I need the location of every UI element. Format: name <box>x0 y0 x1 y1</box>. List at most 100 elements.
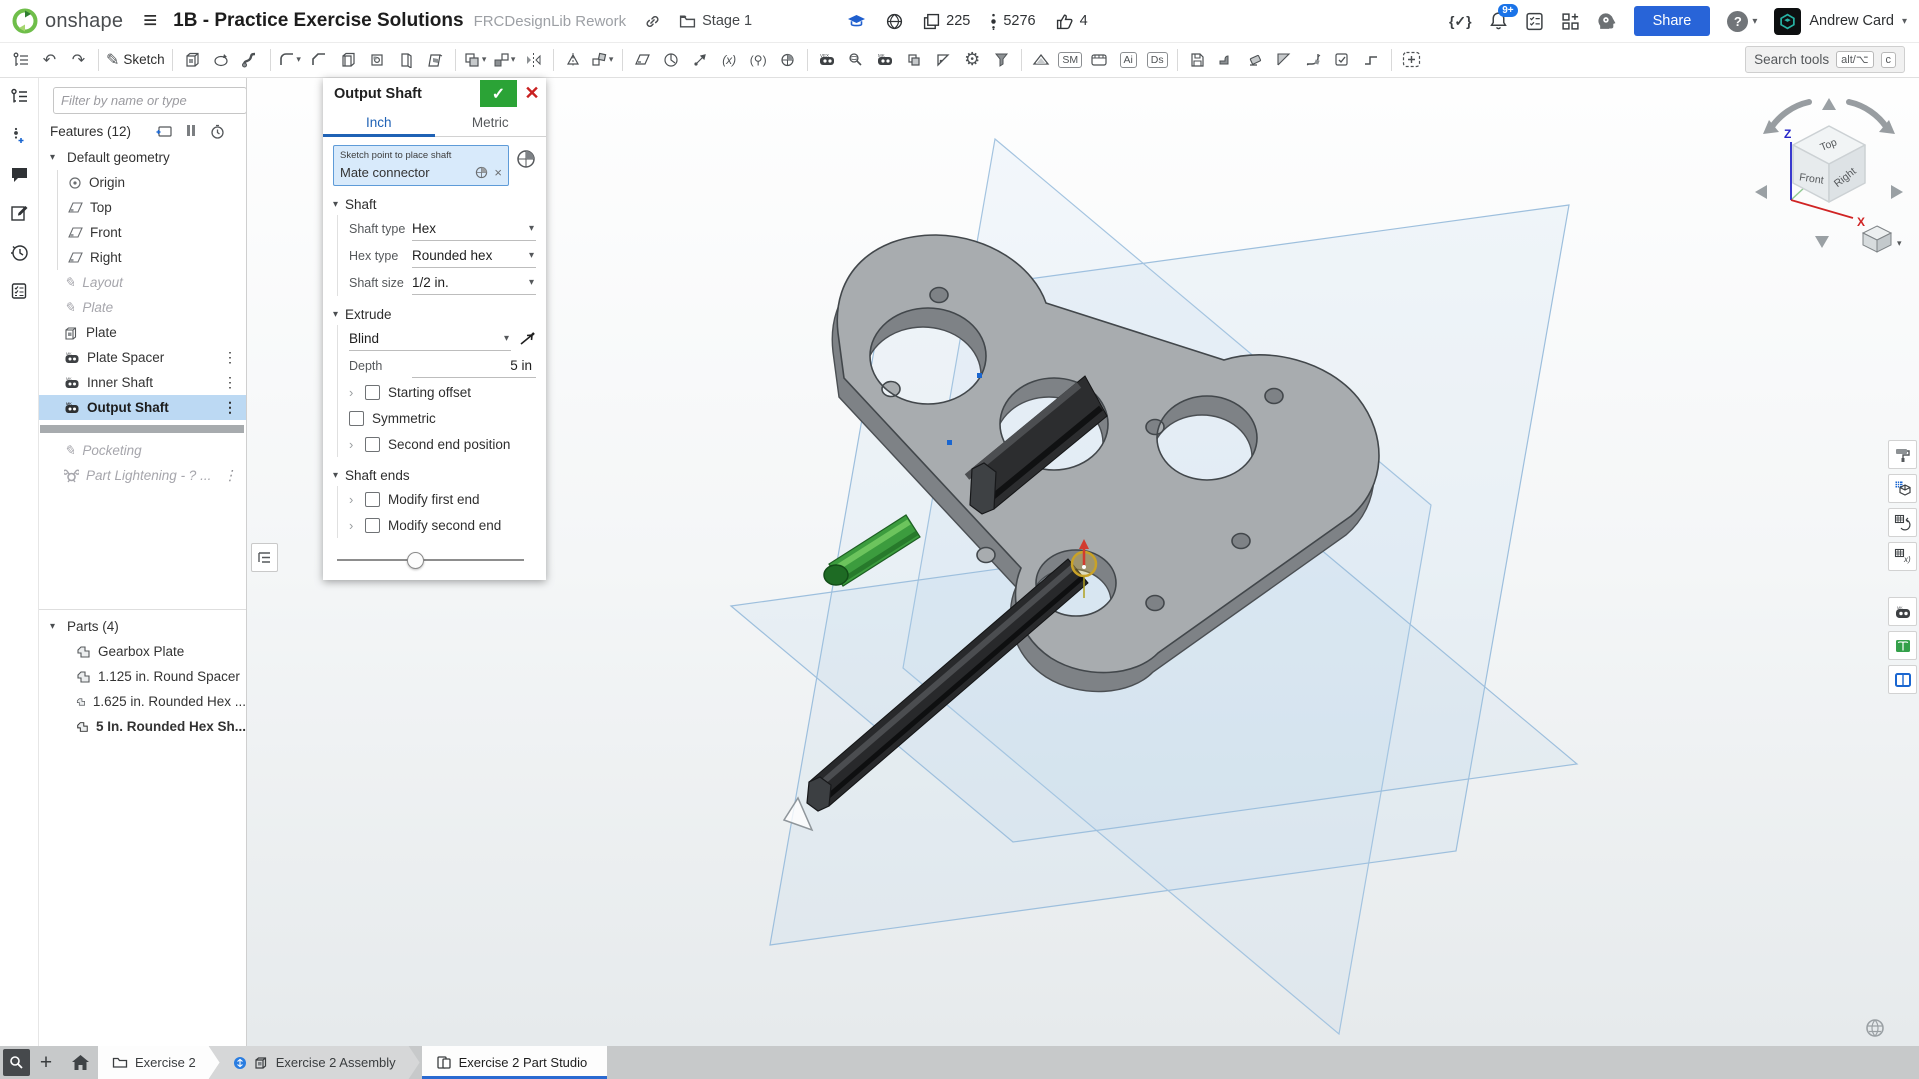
thicken-icon[interactable] <box>421 46 450 74</box>
feature-row-default-geometry[interactable]: ▾ Default geometry <box>38 145 246 170</box>
feature-row-layout[interactable]: ✎ Layout <box>38 270 246 295</box>
shaft-type-select[interactable]: Hex▾ <box>412 216 536 241</box>
copies-stat[interactable]: 225 <box>923 13 970 30</box>
configurations-panel-button[interactable] <box>1888 474 1917 503</box>
expander-icon[interactable]: › <box>349 518 357 533</box>
corner-icon[interactable] <box>1270 46 1299 74</box>
save-copy-icon[interactable] <box>1183 46 1212 74</box>
search-tabs-button[interactable] <box>3 1049 30 1076</box>
edit-notes-icon[interactable] <box>7 201 31 225</box>
finish-icon[interactable] <box>1328 46 1357 74</box>
bend-icon[interactable] <box>1299 46 1328 74</box>
comments-icon[interactable] <box>7 162 31 186</box>
pan-left-arrow-icon[interactable] <box>1755 185 1767 199</box>
rotate-left-arrow-icon[interactable] <box>1771 102 1809 128</box>
sheet-metal-badge[interactable]: SM <box>1056 46 1085 74</box>
likes-stat[interactable]: 4 <box>1056 13 1088 30</box>
row-menu-icon[interactable]: ⋮ <box>223 467 246 484</box>
slider-track[interactable] <box>337 559 524 561</box>
rollback-bar[interactable] <box>40 425 244 433</box>
pan-up-arrow-icon[interactable] <box>1822 98 1836 110</box>
filter-tool-icon[interactable] <box>987 46 1016 74</box>
parts-header[interactable]: ▾ Parts (4) <box>38 614 246 639</box>
custom-feature-shaft-icon[interactable]: VEX <box>813 46 842 74</box>
row-menu-icon[interactable]: ⋮ <box>223 349 246 366</box>
filter-input[interactable] <box>53 87 247 114</box>
extrude-icon[interactable] <box>178 46 207 74</box>
section-shaft[interactable]: ▾ Shaft <box>333 197 536 212</box>
sweep-icon[interactable] <box>236 46 265 74</box>
output-hex-shaft-end[interactable] <box>807 777 831 811</box>
view-options-button[interactable]: ▾ <box>1863 226 1902 252</box>
versions-history-icon[interactable] <box>7 240 31 264</box>
plane-icon[interactable] <box>628 46 657 74</box>
copy-link-button[interactable] <box>644 13 661 30</box>
tab-metric[interactable]: Metric <box>435 109 547 136</box>
expander-icon[interactable]: › <box>349 492 357 507</box>
modify-second-end-checkbox[interactable] <box>365 518 380 533</box>
shell-icon[interactable] <box>334 46 363 74</box>
pan-down-arrow-icon[interactable] <box>1815 236 1829 248</box>
pan-right-arrow-icon[interactable] <box>1891 185 1903 199</box>
task-list-icon[interactable] <box>7 279 31 303</box>
symmetric-checkbox[interactable] <box>349 411 364 426</box>
expand-caret-icon[interactable]: ▾ <box>50 152 60 163</box>
variable-studio-icon[interactable]: (⚲) <box>744 46 773 74</box>
status-globe-icon[interactable] <box>1865 1018 1885 1038</box>
mate-connector-picker-icon[interactable] <box>516 149 536 169</box>
share-button[interactable]: Share <box>1634 6 1711 36</box>
user-menu[interactable]: Andrew Card ▾ <box>1774 8 1907 35</box>
variable-icon[interactable]: (x) <box>715 46 744 74</box>
configuration-table-button[interactable] <box>1888 508 1917 537</box>
point-icon[interactable] <box>686 46 715 74</box>
rib-icon[interactable] <box>392 46 421 74</box>
search-tools-input[interactable]: Search tools alt/⌥ c <box>1745 46 1905 73</box>
featurescript-check-icon[interactable]: {✓} <box>1449 13 1472 30</box>
feature-row-plate-spacer[interactable]: MK Plate Spacer ⋮ <box>38 345 246 370</box>
fillet-icon[interactable]: ▾ <box>276 46 305 74</box>
custom-features-panel-button[interactable]: MK <box>1888 597 1917 626</box>
learning-button[interactable] <box>1597 12 1617 31</box>
feature-row-plate-sketch[interactable]: ✎ Plate <box>38 295 246 320</box>
learning-center-button[interactable] <box>1888 631 1917 660</box>
rotate-right-arrow-icon[interactable] <box>1849 102 1887 128</box>
views-stat[interactable]: 5276 <box>990 13 1035 30</box>
feature-row-part-lightening[interactable]: Part Lightening - ? ... ⋮ <box>38 463 246 488</box>
feature-tree-panel-icon[interactable] <box>7 84 31 108</box>
flip-direction-icon[interactable] <box>519 331 536 346</box>
modify-first-end-checkbox[interactable] <box>365 492 380 507</box>
add-tab-button[interactable]: + <box>30 1051 62 1075</box>
feature-row-right-plane[interactable]: Right <box>58 245 246 270</box>
redo-icon[interactable]: ↷ <box>64 46 93 74</box>
helix-icon[interactable] <box>657 46 686 74</box>
sheet-metal-flange-icon[interactable] <box>1027 46 1056 74</box>
expander-icon[interactable]: › <box>349 437 357 452</box>
cancel-button[interactable]: ✕ <box>520 80 544 107</box>
sheet-metal-tab-icon[interactable] <box>1085 46 1114 74</box>
shaft-size-select[interactable]: 1/2 in.▾ <box>412 270 536 295</box>
flange-icon[interactable] <box>1212 46 1241 74</box>
feature-row-origin[interactable]: Origin <box>58 170 246 195</box>
row-menu-icon[interactable]: ⋮ <box>223 374 246 391</box>
part-row-rounded-hex-1625[interactable]: 1.625 in. Rounded Hex ... <box>38 689 246 714</box>
feature-row-pocketing[interactable]: ✎ Pocketing <box>38 438 246 463</box>
slider-knob[interactable] <box>407 552 424 569</box>
onshape-logo[interactable]: onshape <box>12 8 123 34</box>
undo-icon[interactable]: ↶ <box>35 46 64 74</box>
ai-badge[interactable]: Ai <box>1114 46 1143 74</box>
edu-badge[interactable] <box>847 14 866 29</box>
sphere-tool-icon[interactable] <box>842 46 871 74</box>
sketch-point-marker[interactable] <box>977 373 982 378</box>
rebuild-time-icon[interactable] <box>210 124 225 139</box>
documentation-panel-button[interactable] <box>1888 665 1917 694</box>
end-type-select[interactable]: Blind▾ <box>349 326 511 351</box>
inner-hex-shaft-end[interactable] <box>970 463 996 514</box>
feature-row-inner-shaft[interactable]: MK Inner Shaft ⋮ <box>38 370 246 395</box>
feature-row-front-plane[interactable]: Front <box>58 220 246 245</box>
folder-breadcrumb[interactable]: Stage 1 <box>679 13 752 29</box>
insert-folder-icon[interactable] <box>155 124 172 138</box>
eraser-icon[interactable] <box>1241 46 1270 74</box>
sketch-point-marker[interactable] <box>947 440 952 445</box>
dialog-opacity-slider[interactable] <box>335 552 534 568</box>
draft-icon[interactable] <box>363 46 392 74</box>
